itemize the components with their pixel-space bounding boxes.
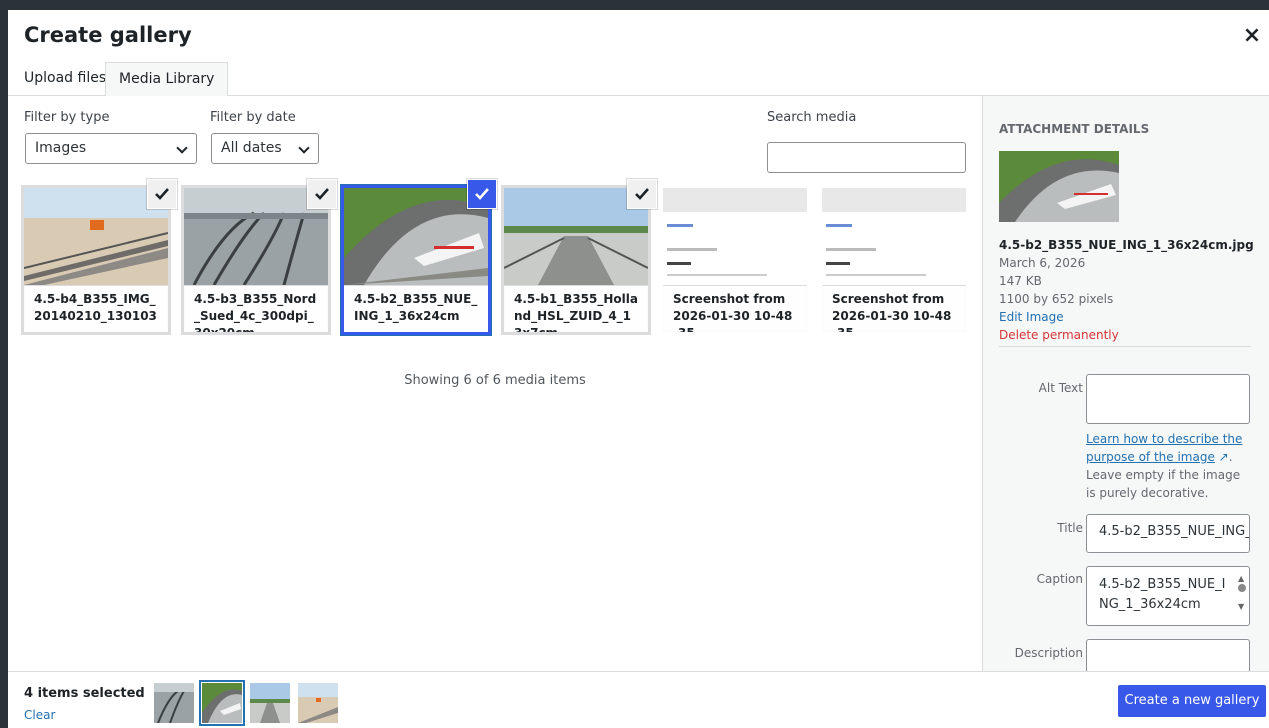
- filter-type-label: Filter by type: [24, 110, 110, 125]
- attachment-thumbnail: [344, 188, 488, 285]
- attachment-item[interactable]: Screenshot from 2026-01-30 10-48-35: [663, 188, 807, 332]
- selection-thumbnail[interactable]: [202, 683, 242, 723]
- media-toolbar: 4 items selected Clear Create a new gall…: [8, 671, 1269, 728]
- modal-title: Create gallery: [24, 23, 192, 47]
- selection-count: 4 items selected: [24, 686, 145, 701]
- create-gallery-button[interactable]: Create a new gallery: [1118, 685, 1266, 717]
- selection-check-button[interactable]: [308, 180, 336, 208]
- attachment-filename: 4.5-b1_B355_Holland_HSL_ZUID_4_13x7cm: [504, 285, 648, 332]
- edit-image-link[interactable]: Edit Image: [999, 310, 1064, 324]
- attachment-thumbnail: [184, 188, 328, 285]
- media-browser: Filter by type Images Filter by date All…: [8, 96, 982, 671]
- attachment-filename: Screenshot from 2026-01-30 10-48-35: [822, 285, 966, 332]
- title-label: Title: [1057, 521, 1083, 535]
- attachment-filename: Screenshot from 2026-01-30 10-48-35: [663, 285, 807, 332]
- selection-thumbnail[interactable]: [298, 683, 338, 723]
- filter-date-value: All dates: [221, 140, 282, 156]
- selection-check-button[interactable]: [468, 180, 496, 208]
- filter-date-select[interactable]: All dates: [211, 133, 319, 164]
- tab-media-library[interactable]: Media Library: [105, 62, 229, 97]
- clear-selection-link[interactable]: Clear: [24, 708, 55, 722]
- caption-label: Caption: [1036, 572, 1083, 586]
- alt-text-field[interactable]: [1086, 374, 1250, 424]
- checkmark-icon: [155, 188, 169, 200]
- media-modal: Create gallery × Upload files Media Libr…: [8, 10, 1269, 728]
- caption-field[interactable]: 4.5-b2_B355_NUE_ING_1_36x24cm ▲ ▼: [1086, 566, 1250, 626]
- filter-type-value: Images: [35, 140, 87, 156]
- attachment-filename: 4.5-b4_B355_IMG_20140210_130103: [24, 285, 168, 332]
- details-date: March 6, 2026: [999, 256, 1086, 270]
- external-link-icon: ↗: [1218, 450, 1229, 464]
- caption-value: 4.5-b2_B355_NUE_ING_1_36x24cm: [1099, 577, 1226, 612]
- attachment-filename: 4.5-b3_B355_Nord_Sued_4c_300dpi_30x20cm: [184, 285, 328, 332]
- search-input[interactable]: [767, 142, 966, 173]
- attachment-thumbnail: [663, 188, 807, 285]
- alt-help-text: Leave empty if the image is purely decor…: [1086, 468, 1241, 500]
- selection-thumbnail[interactable]: [250, 683, 290, 723]
- attachment-thumbnail: [822, 188, 966, 285]
- alt-text-help: Learn how to describe the purpose of the…: [1086, 430, 1251, 502]
- attachment-item[interactable]: 4.5-b4_B355_IMG_20140210_130103: [21, 180, 176, 335]
- filter-date-label: Filter by date: [210, 110, 296, 125]
- attachment-thumbnail: [24, 188, 168, 285]
- scrollbar[interactable]: ▲ ▼: [1237, 569, 1247, 623]
- attachment-details-sidebar: Attachment details 4.5-b2_B355_NUE_ING_1…: [982, 96, 1269, 671]
- selection-thumbnail[interactable]: [154, 683, 194, 723]
- title-field[interactable]: 4.5-b2_B355_NUE_ING_1_36x24cm: [1086, 514, 1250, 553]
- alt-text-label: Alt Text: [1038, 381, 1083, 395]
- chevron-down-icon: [176, 142, 188, 154]
- details-divider: [999, 346, 1251, 347]
- details-dimensions: 1100 by 652 pixels: [999, 292, 1114, 306]
- description-field[interactable]: [1086, 639, 1250, 671]
- modal-tabs: Upload files Media Library: [8, 62, 1269, 97]
- alt-help-suffix: .: [1228, 450, 1233, 464]
- checkmark-icon: [475, 188, 489, 200]
- admin-bar-backdrop: [0, 0, 1269, 10]
- attachment-item[interactable]: 4.5-b2_B355_NUE_ING_1_36x24cm: [341, 180, 496, 335]
- showing-count: Showing 6 of 6 media items: [404, 373, 586, 388]
- search-media-label: Search media: [767, 110, 857, 125]
- attachment-filename: 4.5-b2_B355_NUE_ING_1_36x24cm: [344, 285, 488, 332]
- attachment-item[interactable]: 4.5-b3_B355_Nord_Sued_4c_300dpi_30x20cm: [181, 180, 336, 335]
- filter-type-select[interactable]: Images: [25, 133, 197, 164]
- details-heading: Attachment details: [999, 122, 1150, 136]
- details-thumbnail: [999, 151, 1119, 222]
- checkmark-icon: [635, 188, 649, 200]
- attachment-item[interactable]: Screenshot from 2026-01-30 10-48-35: [822, 188, 966, 332]
- chevron-down-icon: [298, 142, 310, 154]
- attachment-item[interactable]: 4.5-b1_B355_Holland_HSL_ZUID_4_13x7cm: [501, 180, 656, 335]
- details-filename: 4.5-b2_B355_NUE_ING_1_36x24cm.jpg: [999, 238, 1254, 252]
- description-label: Description: [1014, 646, 1083, 660]
- selection-check-button[interactable]: [628, 180, 656, 208]
- tab-upload-files[interactable]: Upload files: [11, 62, 119, 96]
- attachment-thumbnail: [504, 188, 648, 285]
- selection-check-button[interactable]: [148, 180, 176, 208]
- checkmark-icon: [315, 188, 329, 200]
- close-icon[interactable]: ×: [1241, 25, 1263, 48]
- details-size: 147 KB: [999, 274, 1042, 288]
- delete-permanently-link[interactable]: Delete permanently: [999, 328, 1119, 342]
